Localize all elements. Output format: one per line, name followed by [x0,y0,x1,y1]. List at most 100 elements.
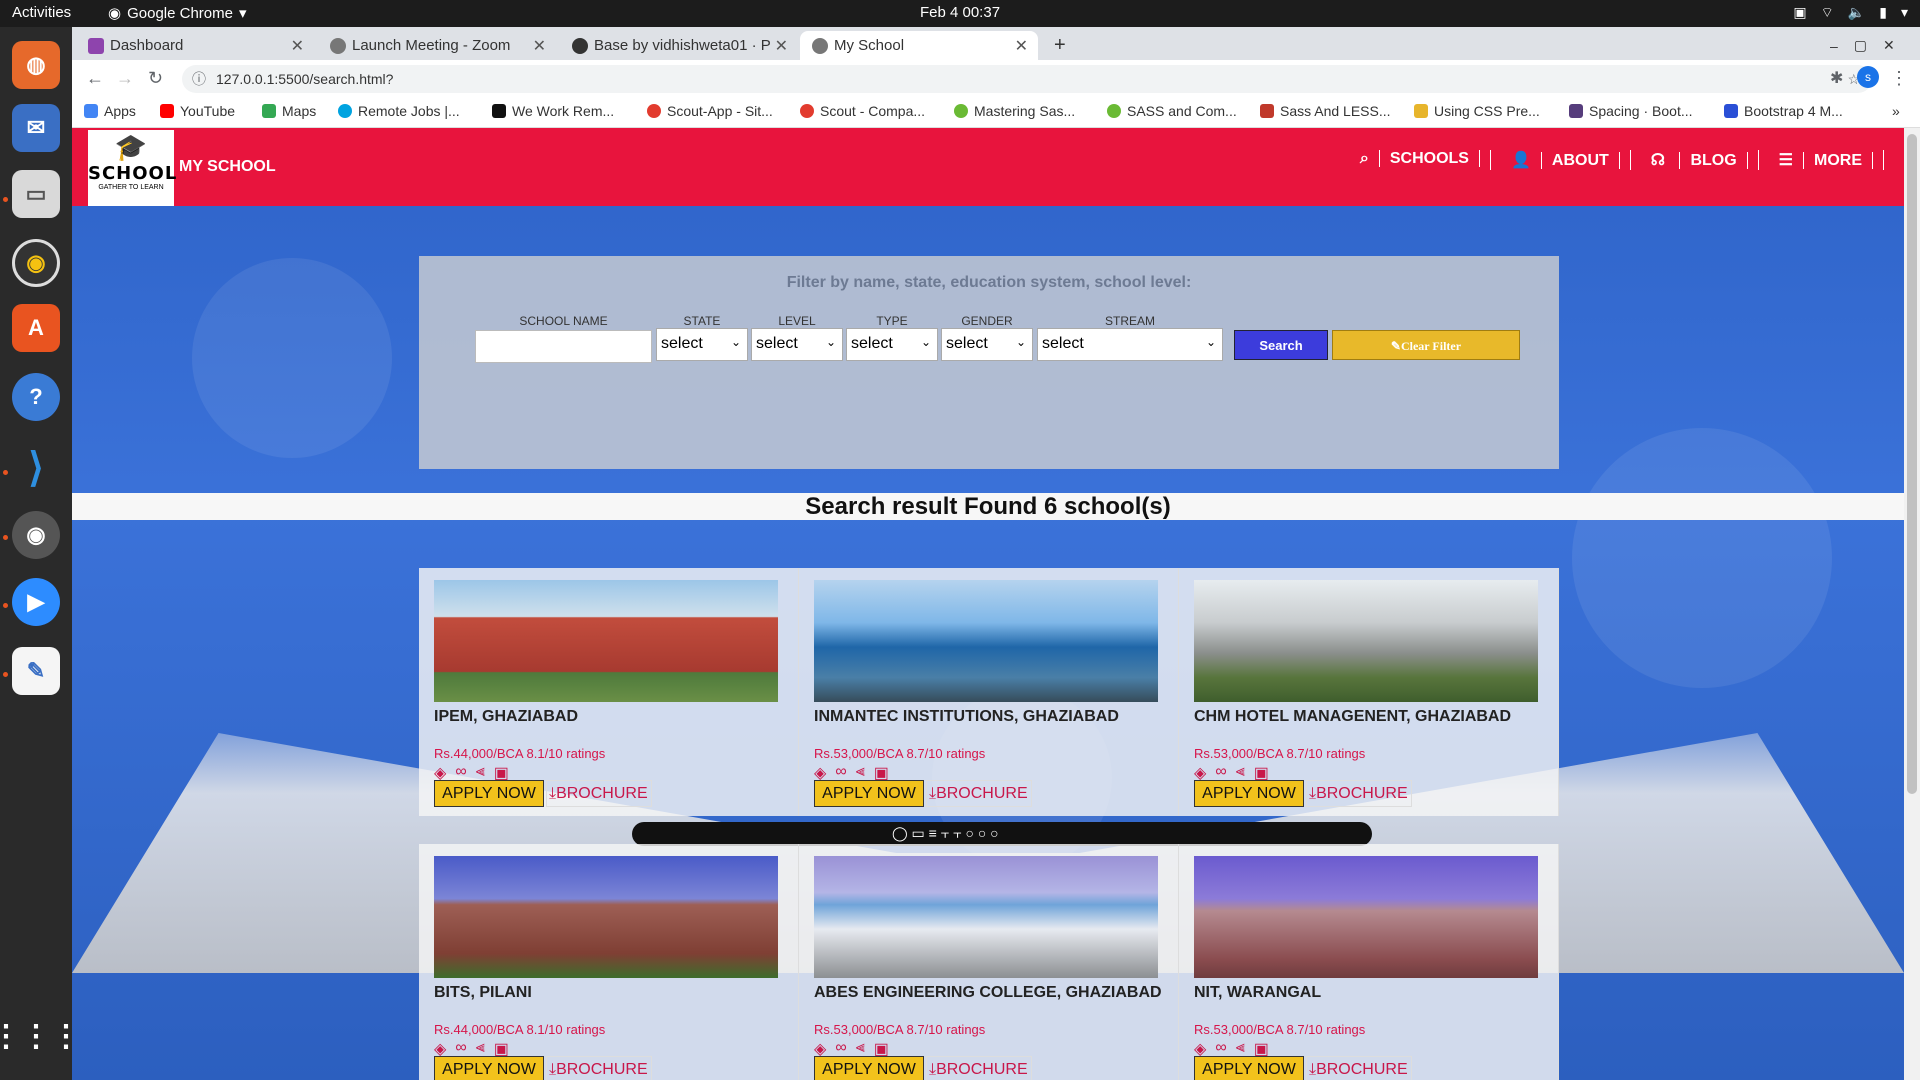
brochure-link[interactable]: ⤓BROCHURE [926,1056,1032,1080]
battery-icon[interactable]: ▮ [1879,4,1887,22]
bookmark-sass-and-less[interactable]: Sass And LESS... [1260,103,1391,119]
bookmark-maps[interactable]: Maps [262,103,316,119]
apply-now-button[interactable]: APPLY NOW [1194,1056,1304,1080]
bookmark-using-css-pre[interactable]: Using CSS Pre... [1414,103,1540,119]
school-name[interactable]: IPEM, GHAZIABAD [434,708,578,726]
software-center-icon[interactable]: A [12,304,60,352]
level-select[interactable]: select ⌄ [751,328,843,361]
show-applications-icon[interactable]: ⋮⋮⋮ [0,1012,81,1060]
back-icon[interactable]: ← [86,68,104,89]
rhythmbox-icon[interactable]: ◉ [12,239,60,287]
close-icon[interactable]: ✕ [1015,36,1028,56]
bookmark-spacing-bootstrap[interactable]: Spacing · Boot... [1569,103,1693,119]
tab-dashboard[interactable]: Dashboard ✕ [76,31,314,60]
apply-now-button[interactable]: APPLY NOW [814,780,924,807]
tab-my-school[interactable]: My School ✕ [800,31,1038,60]
wifi-icon[interactable]: ⌔ [1821,4,1834,22]
text-editor-icon[interactable]: ✎ [12,647,60,695]
bookmark-sass-and-com[interactable]: SASS and Com... [1107,103,1237,119]
volume-icon[interactable]: 🔈 [1848,4,1865,22]
search-button[interactable]: Search [1234,330,1328,360]
bookmark-apps[interactable]: Apps [84,103,136,119]
extensions-icon[interactable]: ✱ [1830,68,1843,88]
school-name[interactable]: BITS, PILANI [434,984,532,1002]
brochure-link[interactable]: ⤓BROCHURE [546,1056,652,1080]
school-name-input[interactable] [475,330,652,363]
user-icon: 👤 [1500,152,1542,169]
reload-icon[interactable]: ↻ [148,68,163,89]
system-tray[interactable]: ▣ ⌔ 🔈 ▮ ▾ [1793,4,1908,22]
brochure-link[interactable]: ⤓BROCHURE [1306,780,1412,807]
type-select[interactable]: select ⌄ [846,328,938,361]
apply-now-button[interactable]: APPLY NOW [434,780,544,807]
apply-now-button[interactable]: APPLY NOW [814,1056,924,1080]
close-icon[interactable]: ✕ [291,36,304,56]
brochure-link[interactable]: ⤓BROCHURE [546,780,652,807]
school-photo[interactable] [814,580,1158,702]
bookmark-scout-app[interactable]: Scout-App - Sit... [647,103,773,119]
school-photo[interactable] [814,856,1158,978]
clear-filter-button[interactable]: ✎Clear Filter [1332,330,1520,360]
school-photo[interactable] [434,856,778,978]
brochure-link[interactable]: ⤓BROCHURE [1306,1056,1412,1080]
school-photo[interactable] [1194,856,1538,978]
state-select[interactable]: select ⌄ [656,328,748,361]
bookmark-label: Scout-App - Sit... [667,103,773,119]
vscode-icon[interactable]: ⟩ [12,444,60,492]
close-window-icon[interactable]: ✕ [1883,37,1895,54]
profile-avatar[interactable]: s [1857,66,1879,88]
school-photo[interactable] [434,580,778,702]
brochure-link[interactable]: ⤓BROCHURE [926,780,1032,807]
bookmark-bootstrap-4[interactable]: Bootstrap 4 M... [1724,103,1843,119]
chevron-down-icon: ⌄ [1205,335,1216,349]
chevron-down-icon: ⌄ [920,335,931,349]
more-bookmarks-icon[interactable]: » [1892,103,1900,119]
minimize-icon[interactable]: – [1830,38,1838,54]
bookmark-remote-jobs[interactable]: Remote Jobs |... [338,103,460,119]
info-icon[interactable]: ⓘ [192,65,206,93]
maximize-icon[interactable]: ▢ [1854,37,1867,54]
forward-icon[interactable]: → [116,68,134,89]
apply-now-button[interactable]: APPLY NOW [1194,780,1304,807]
stream-select[interactable]: select ⌄ [1037,328,1223,361]
url-text: 127.0.0.1:5500/search.html? [216,71,394,87]
nav-more[interactable]: ☰ MORE [1759,150,1884,170]
tab-github[interactable]: Base by vidhishweta01 · P ✕ [560,31,798,60]
nav-about[interactable]: 👤 ABOUT [1491,150,1631,170]
zoom-icon[interactable]: ▶ [12,578,60,626]
close-icon[interactable]: ✕ [775,36,788,56]
thunderbird-icon[interactable]: ✉ [12,104,60,152]
school-name[interactable]: INMANTEC INSTITUTIONS, GHAZIABAD [814,708,1119,726]
bookmark-mastering-sass[interactable]: Mastering Sas... [954,103,1075,119]
zoom-tray-icon[interactable]: ▣ [1793,4,1806,22]
school-name[interactable]: NIT, WARANGAL [1194,984,1321,1002]
nav-schools[interactable]: ⌕ SCHOOLS [1340,150,1491,170]
tab-zoom[interactable]: Launch Meeting - Zoom ✕ [318,31,556,60]
close-icon[interactable]: ✕ [533,36,546,56]
gender-select[interactable]: select ⌄ [941,328,1033,361]
site-logo[interactable]: 🎓 SCHOOL GATHER TO LEARN [88,130,176,206]
school-name[interactable]: ABES ENGINEERING COLLEGE, GHAZIABAD [814,984,1162,1002]
site-brand[interactable]: MY SCHOOL [179,158,276,176]
help-icon[interactable]: ? [12,373,60,421]
nav-blog[interactable]: ☊ BLOG [1631,150,1759,170]
files-icon[interactable]: ▭ [12,170,60,218]
chrome-dock-icon[interactable]: ◉ [12,511,60,559]
url-field[interactable]: ⓘ 127.0.0.1:5500/search.html? ☆ [182,65,1872,93]
school-photo[interactable] [1194,580,1538,702]
new-tab-button[interactable]: + [1042,31,1082,60]
chevron-down-icon: ⌄ [730,335,741,349]
scrollbar-thumb[interactable] [1907,134,1917,794]
bookmark-youtube[interactable]: YouTube [160,103,235,119]
page-scrollbar[interactable] [1904,128,1920,1080]
browser-menu-icon[interactable]: ⋮ [1890,68,1908,89]
carousel-controls-icon[interactable]: ◯ ▭ ≡ ⫟ ⫟ ○ ○ ○ [892,825,999,841]
school-name[interactable]: CHM HOTEL MANAGENENT, GHAZIABAD [1194,708,1511,726]
globe-icon [330,38,346,54]
bookmark-we-work-remotely[interactable]: We Work Rem... [492,103,614,119]
bookmark-scout-company[interactable]: Scout - Compa... [800,103,925,119]
clock[interactable]: Feb 4 00:37 [0,4,1920,21]
apply-now-button[interactable]: APPLY NOW [434,1056,544,1080]
firefox-icon[interactable]: ◍ [12,41,60,89]
power-menu-icon[interactable]: ▾ [1901,4,1908,22]
